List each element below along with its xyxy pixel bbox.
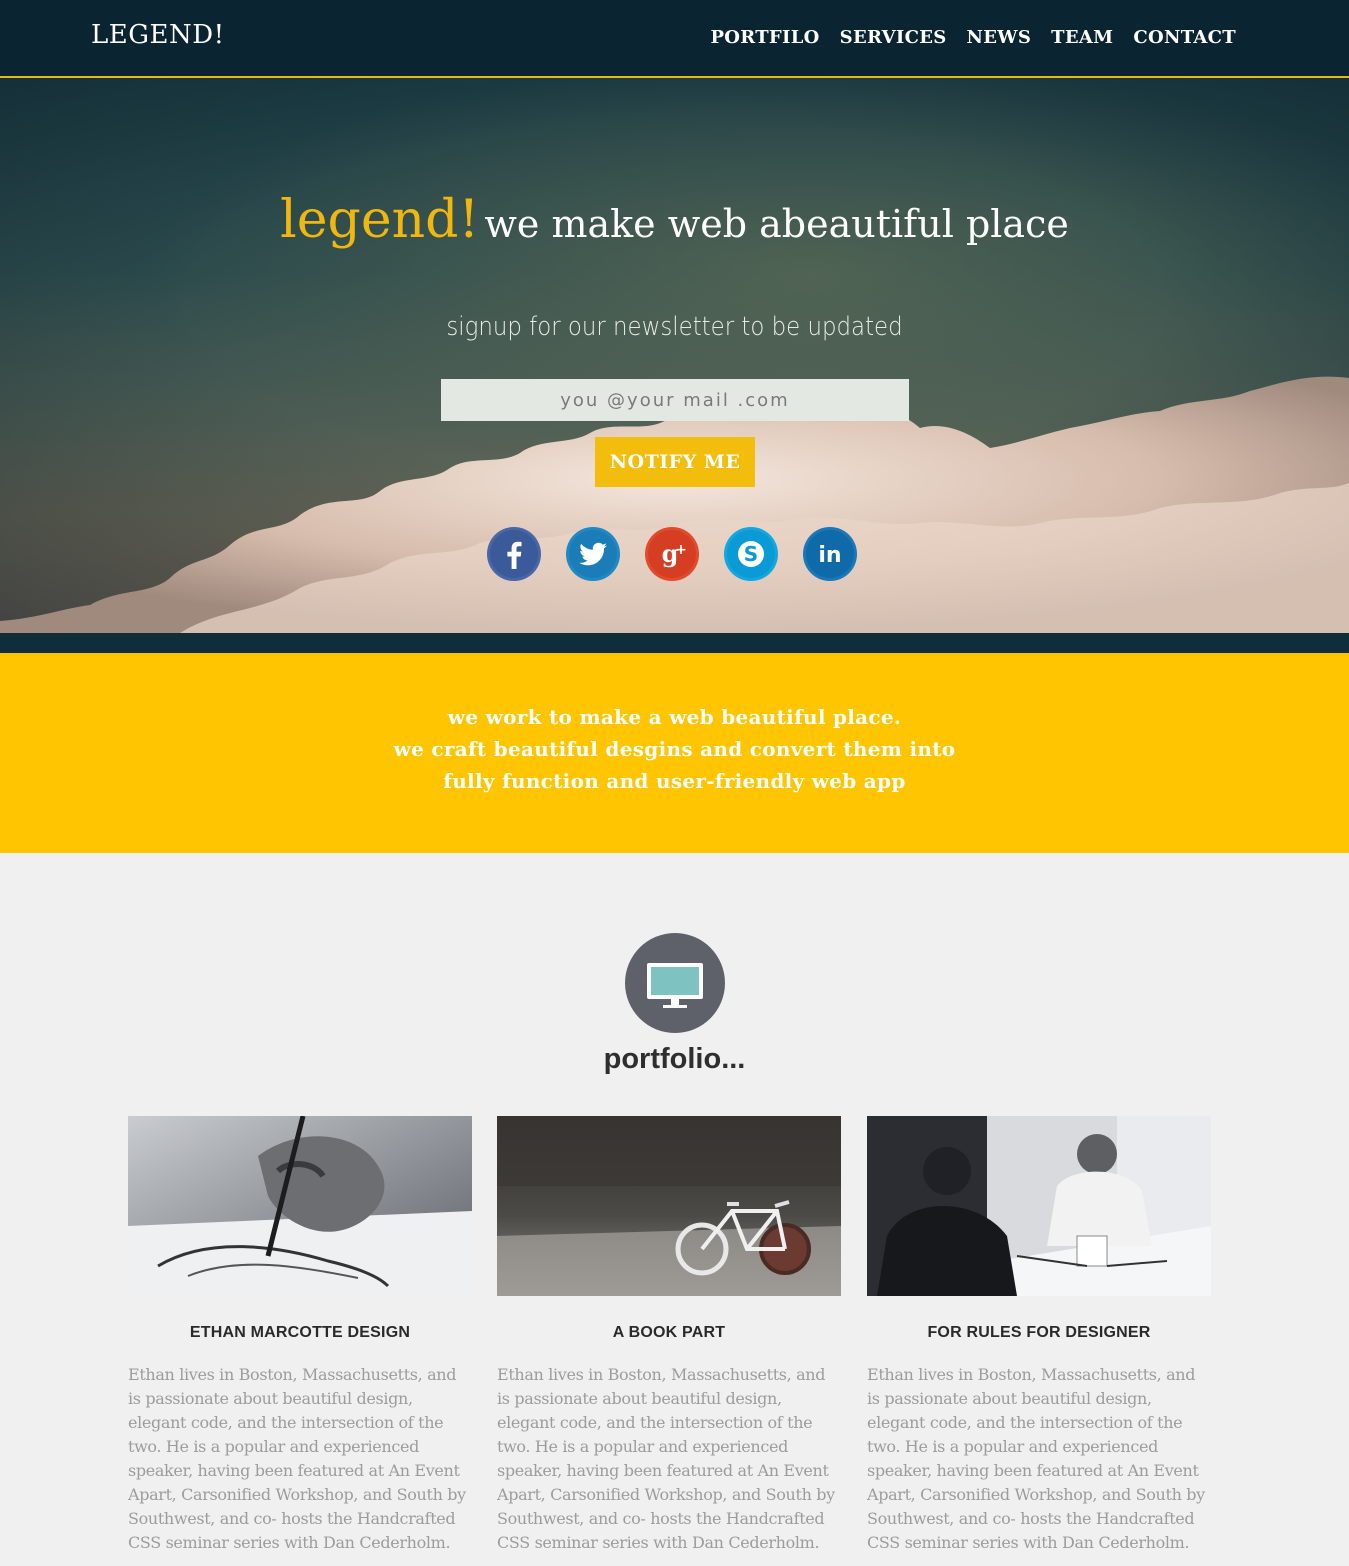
card-title: A BOOK PART	[612, 1324, 726, 1341]
portfolio-title: portfolio...	[603, 1043, 746, 1075]
portfolio-image-sketching[interactable]	[128, 1116, 472, 1296]
hero-brand: legend!	[280, 190, 480, 250]
hero-headline: legend! we make web abeautiful place	[0, 190, 1349, 250]
card-description: Ethan lives in Boston, Massachusetts, an…	[128, 1365, 466, 1552]
email-input[interactable]	[441, 379, 909, 421]
hero-tagline: we make web abeautiful place	[484, 202, 1069, 246]
skype-icon[interactable]: S	[724, 527, 778, 581]
mission-band: we work to make a web beautiful place. w…	[0, 653, 1349, 853]
mission-line-3: fully function and user-friendly web app	[443, 769, 906, 793]
linkedin-icon[interactable]: in	[803, 527, 857, 581]
portfolio-card-1: ETHAN MARCOTTE DESIGN Ethan lives in Bos…	[128, 1116, 472, 1555]
card-description: Ethan lives in Boston, Massachusetts, an…	[867, 1365, 1205, 1552]
nav-item-contact[interactable]: CONTACT	[1133, 27, 1236, 48]
nav-item-news[interactable]: NEWS	[967, 27, 1032, 48]
portfolio-section-icon	[625, 933, 725, 1033]
card-title: FOR RULES FOR DESIGNER	[927, 1324, 1151, 1341]
svg-text:S: S	[744, 542, 758, 566]
card-description: Ethan lives in Boston, Massachusetts, an…	[497, 1365, 835, 1552]
card-title: ETHAN MARCOTTE DESIGN	[189, 1324, 411, 1341]
svg-text:in: in	[818, 543, 841, 568]
portfolio-card-2: A BOOK PART Ethan lives in Boston, Massa…	[497, 1116, 841, 1555]
site-logo[interactable]: LEGEND!	[91, 20, 225, 50]
portfolio-card-3: FOR RULES FOR DESIGNER Ethan lives in Bo…	[867, 1116, 1211, 1555]
google-plus-icon[interactable]: g +	[645, 527, 699, 581]
portfolio-image-designers[interactable]	[867, 1116, 1211, 1296]
nav-item-services[interactable]: SERVICES	[840, 27, 947, 48]
mission-line-1: we work to make a web beautiful place.	[447, 705, 902, 729]
nav-item-team[interactable]: TEAM	[1051, 27, 1113, 48]
top-navbar: LEGEND! PORTFILO SERVICES NEWS TEAM CONT…	[0, 0, 1349, 78]
mission-line-2: we craft beautiful desgins and convert t…	[393, 737, 956, 761]
facebook-icon[interactable]	[487, 527, 541, 581]
hero-bottom-band	[0, 633, 1349, 653]
notify-me-button[interactable]: NOTIFY ME	[595, 437, 755, 487]
newsletter-prompt: signup for our newsletter to be updated	[446, 312, 903, 342]
twitter-icon[interactable]	[566, 527, 620, 581]
main-menu: PORTFILO SERVICES NEWS TEAM CONTACT	[710, 27, 1236, 48]
monitor-icon	[647, 963, 703, 1008]
nav-item-portfolio[interactable]: PORTFILO	[710, 27, 819, 48]
svg-text:+: +	[675, 542, 687, 558]
portfolio-image-bicycle[interactable]	[497, 1116, 841, 1296]
